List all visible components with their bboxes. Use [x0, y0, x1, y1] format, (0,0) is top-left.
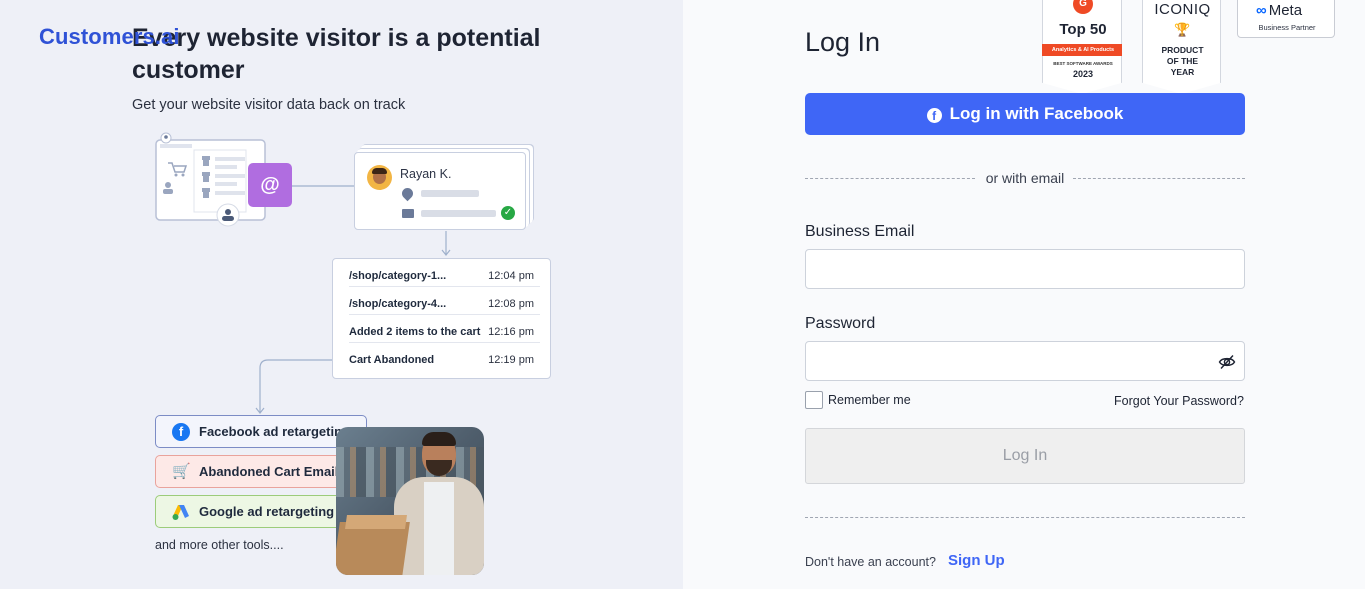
visitor-name: Rayan K.	[400, 167, 452, 181]
list-item: Cart Abandoned 12:19 pm	[349, 343, 540, 371]
forgot-password-link[interactable]: Forgot Your Password?	[1114, 394, 1244, 408]
activity-time: 12:19 pm	[488, 354, 534, 366]
google-retargeting-chip: Google ad retargeting	[155, 495, 348, 528]
marketing-panel: Every website visitor is a potential cus…	[0, 0, 683, 589]
g2-category: Analytics & AI Products	[1042, 44, 1122, 56]
meta-logo: ∞ Meta	[1256, 2, 1302, 19]
checkbox[interactable]	[805, 391, 823, 409]
page-title: Log In	[805, 27, 881, 57]
g2-title: Top 50	[1059, 21, 1107, 38]
facebook-login-button[interactable]: f Log in with Facebook	[805, 93, 1245, 135]
google-ads-icon	[172, 505, 189, 520]
iconiq-name: ICONIQ	[1154, 1, 1211, 18]
customer-photo	[336, 427, 484, 575]
list-item: Added 2 items to the cart 12:16 pm	[349, 315, 540, 343]
activity-event: Added 2 items to the cart	[349, 326, 481, 338]
g2-year: 2023	[1072, 69, 1094, 79]
no-account-text: Don't have an account?	[805, 555, 936, 569]
activity-time: 12:04 pm	[488, 270, 534, 282]
email-capture-icon: @	[248, 163, 292, 207]
chip-label: Facebook ad retargeting	[199, 424, 350, 439]
list-item: /shop/category-1... 12:04 pm	[349, 259, 540, 287]
meta-infinity-icon: ∞	[1256, 2, 1267, 19]
meta-subtitle: Business Partner	[1258, 23, 1316, 32]
iconiq-award-badge: ICONIQ 🏆 PRODUCT OF THE YEAR	[1142, 0, 1221, 94]
eye-slash-icon[interactable]	[1218, 353, 1236, 371]
chip-label: Google ad retargeting	[199, 504, 335, 519]
check-icon: ✓	[501, 206, 515, 220]
g2-award-badge: G Top 50 Analytics & AI Products BEST SO…	[1042, 0, 1122, 94]
facebook-icon: f	[926, 108, 942, 123]
login-submit-button[interactable]: Log In	[805, 428, 1245, 484]
brand-logo[interactable]: Customers.ai	[39, 24, 180, 50]
divider	[805, 517, 1245, 518]
iconiq-award: PRODUCT OF THE YEAR	[1161, 45, 1204, 77]
g2-logo-icon: G	[1073, 0, 1093, 14]
activity-event: /shop/category-4...	[349, 298, 447, 310]
meta-partner-badge: ∞ Meta Business Partner	[1237, 0, 1335, 38]
meta-name: Meta	[1268, 2, 1303, 19]
facebook-login-label: Log in with Facebook	[949, 104, 1124, 123]
chip-label: Abandoned Cart Email	[199, 464, 339, 479]
activity-time: 12:16 pm	[488, 326, 534, 338]
visitor-profile-card: Rayan K. ✓	[354, 152, 526, 230]
location-placeholder-bar	[421, 190, 479, 197]
activity-event: /shop/category-1...	[349, 270, 447, 282]
signup-link[interactable]: Sign Up	[948, 552, 1005, 569]
facebook-icon: f	[172, 423, 190, 441]
more-tools-text: and more other tools....	[155, 538, 284, 552]
login-panel	[683, 0, 1365, 589]
location-pin-icon	[399, 185, 416, 202]
password-field[interactable]	[805, 341, 1245, 381]
trophy-icon: 🏆	[1174, 22, 1191, 37]
page-footer-strip	[0, 589, 1365, 608]
avatar	[367, 165, 392, 190]
mail-icon	[402, 209, 414, 218]
email-placeholder-bar	[421, 210, 496, 217]
cart-x-icon: 🛒	[172, 463, 191, 480]
remember-me-label[interactable]: Remember me	[828, 393, 911, 407]
activity-time: 12:08 pm	[488, 298, 534, 310]
email-field[interactable]	[805, 249, 1245, 289]
email-label: Business Email	[805, 223, 915, 240]
password-label: Password	[805, 315, 876, 332]
activity-log: /shop/category-1... 12:04 pm /shop/categ…	[332, 258, 551, 379]
activity-event: Cart Abandoned	[349, 354, 435, 366]
list-item: /shop/category-4... 12:08 pm	[349, 287, 540, 315]
g2-award-text: BEST SOFTWARE AWARDS	[1053, 61, 1113, 66]
hero-title: Every website visitor is a potential cus…	[132, 24, 541, 84]
email-divider: or with email	[805, 170, 1245, 186]
